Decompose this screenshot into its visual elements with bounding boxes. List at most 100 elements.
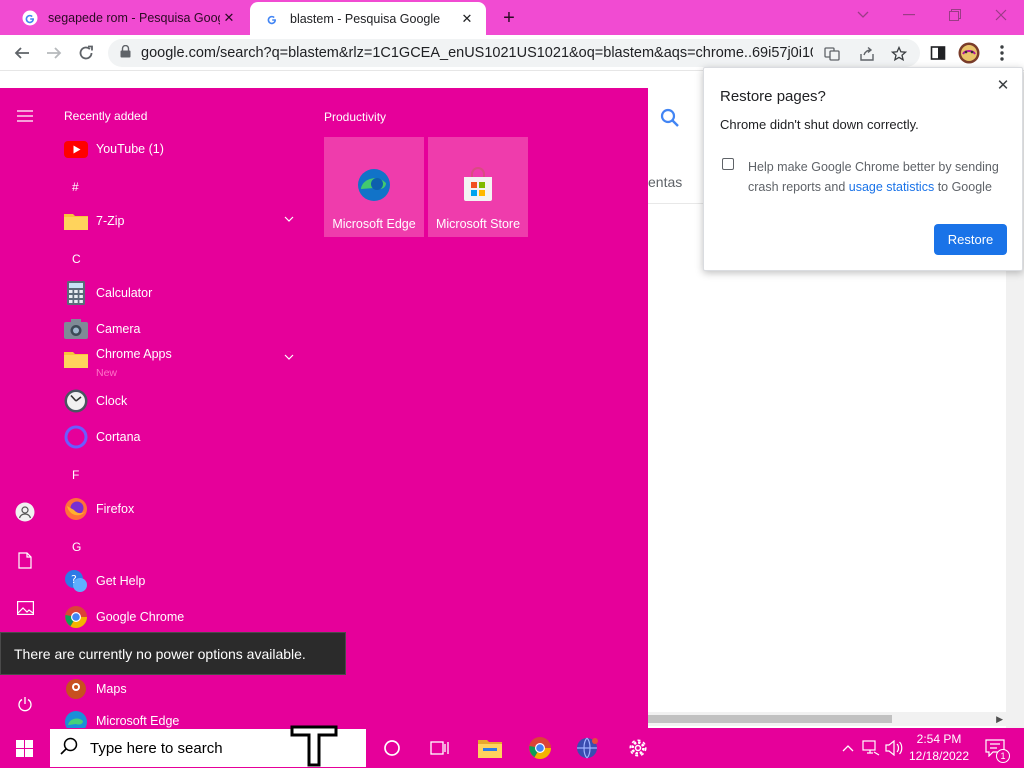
close-window-icon[interactable]: [978, 0, 1024, 30]
notification-center-icon[interactable]: 1: [982, 736, 1010, 763]
get-help-icon: ?: [64, 569, 88, 593]
chrome-icon: [64, 605, 88, 629]
chevron-down-icon[interactable]: [284, 214, 294, 225]
dialog-title: Restore pages?: [720, 88, 826, 105]
close-icon[interactable]: ✕: [994, 76, 1012, 94]
letter-heading-hash[interactable]: #: [72, 180, 79, 194]
edge-icon: [358, 169, 390, 201]
crash-report-checkbox[interactable]: [722, 158, 734, 170]
forward-arrow-icon[interactable]: [40, 39, 68, 67]
chrome-menu-kebab-icon[interactable]: [990, 41, 1014, 65]
pictures-icon[interactable]: [13, 596, 37, 620]
tab-close-icon[interactable]: ✕: [220, 9, 238, 27]
app-7zip[interactable]: 7-Zip: [64, 206, 304, 236]
settings-gear-icon[interactable]: [614, 728, 662, 768]
folder-icon: [64, 347, 88, 371]
tab-blastem[interactable]: blastem - Pesquisa Google ✕: [250, 2, 486, 35]
tab-title: blastem - Pesquisa Google: [290, 11, 441, 26]
lock-icon[interactable]: [120, 44, 131, 62]
notification-count-badge: 1: [996, 749, 1010, 763]
cortana-icon: [64, 425, 88, 449]
profile-avatar[interactable]: [957, 41, 981, 65]
letter-heading-g[interactable]: G: [72, 540, 81, 554]
tab-segapede[interactable]: segapede rom - Pesquisa Google ✕: [8, 0, 248, 35]
app-name: 7-Zip: [96, 214, 125, 228]
google-favicon-icon: [264, 11, 280, 27]
crash-report-label: Help make Google Chrome better by sendin…: [748, 157, 1010, 197]
edge-icon: [64, 710, 88, 728]
camera-icon: [64, 317, 88, 341]
scroll-right-arrow-icon[interactable]: ▶: [996, 714, 1003, 725]
network-globe-app-icon[interactable]: [564, 728, 612, 768]
horizontal-scroll-thumb[interactable]: [648, 715, 892, 723]
power-options-tooltip: There are currently no power options ava…: [0, 632, 346, 675]
recently-added-heading: Recently added: [64, 109, 148, 123]
volume-icon[interactable]: [884, 738, 904, 758]
letter-heading-c[interactable]: C: [72, 252, 81, 266]
tab-search-chevron-icon[interactable]: [840, 0, 886, 30]
app-microsoft-edge[interactable]: Microsoft Edge: [64, 710, 304, 728]
chrome-taskbar-icon[interactable]: [516, 728, 564, 768]
app-youtube[interactable]: YouTube (1): [64, 134, 304, 164]
horizontal-scrollbar[interactable]: ▶: [648, 712, 1006, 726]
side-panel-icon[interactable]: [926, 41, 950, 65]
app-clock[interactable]: Clock: [64, 386, 304, 416]
reload-icon[interactable]: [72, 39, 100, 67]
restore-button[interactable]: Restore: [934, 224, 1007, 255]
taskbar-clock[interactable]: 2:54 PM 12/18/2022: [904, 731, 974, 765]
app-name: Clock: [96, 394, 128, 408]
app-name: Firefox: [96, 502, 135, 516]
bookmark-star-icon[interactable]: [890, 45, 908, 63]
letter-heading-f[interactable]: F: [72, 468, 79, 482]
tile-label: Microsoft Edge: [332, 217, 416, 231]
translate-icon[interactable]: [823, 45, 841, 63]
page-search-icon[interactable]: [660, 108, 680, 133]
task-view-icon[interactable]: [416, 728, 464, 768]
browser-toolbar: google.com/search?q=blastem&rlz=1C1GCEA_…: [0, 35, 1024, 71]
share-icon[interactable]: [858, 45, 876, 63]
url-text: google.com/search?q=blastem&rlz=1C1GCEA_…: [141, 45, 813, 61]
dialog-message: Chrome didn't shut down correctly.: [720, 117, 919, 132]
app-name: Camera: [96, 322, 141, 336]
address-bar[interactable]: google.com/search?q=blastem&rlz=1C1GCEA_…: [108, 39, 920, 67]
usage-statistics-link[interactable]: usage statistics: [849, 180, 934, 194]
power-icon[interactable]: [13, 692, 37, 716]
new-tab-plus-icon[interactable]: +: [496, 6, 522, 30]
app-get-help[interactable]: ? Get Help: [64, 566, 304, 596]
user-account-icon[interactable]: [13, 500, 37, 524]
app-google-chrome[interactable]: Google Chrome: [64, 602, 304, 632]
start-windows-icon[interactable]: [0, 728, 48, 768]
app-cortana[interactable]: Cortana: [64, 422, 304, 452]
app-calculator[interactable]: Calculator: [64, 278, 304, 308]
tile-microsoft-store[interactable]: Microsoft Store: [428, 137, 528, 237]
app-name: Maps: [96, 682, 127, 696]
page-tab-fragment[interactable]: entas: [648, 174, 682, 190]
clock-date: 12/18/2022: [908, 749, 970, 763]
app-firefox[interactable]: Firefox: [64, 494, 304, 524]
restore-pages-dialog: Restore pages? ✕ Chrome didn't shut down…: [703, 67, 1023, 271]
taskbar: Type here to search 2:54 PM 12/18/2022 1: [0, 725, 1024, 768]
folder-icon: [64, 209, 88, 233]
cortana-circle-icon[interactable]: [368, 728, 416, 768]
back-arrow-icon[interactable]: [8, 39, 36, 67]
tile-label: Microsoft Store: [435, 217, 521, 231]
tab-title: segapede rom - Pesquisa Google: [48, 10, 220, 25]
minimize-icon[interactable]: [886, 0, 932, 30]
firefox-icon: [64, 497, 88, 521]
new-badge: New: [96, 367, 118, 379]
app-name: Cortana: [96, 430, 141, 444]
youtube-icon: [64, 137, 88, 161]
tile-microsoft-edge[interactable]: Microsoft Edge: [324, 137, 424, 237]
file-explorer-icon[interactable]: [466, 728, 514, 768]
chevron-down-icon[interactable]: [284, 352, 294, 363]
app-maps[interactable]: Maps: [64, 674, 304, 704]
hamburger-menu-icon[interactable]: [13, 104, 37, 128]
network-icon[interactable]: [861, 738, 881, 758]
clock-icon: [64, 389, 88, 413]
restore-window-icon[interactable]: [932, 0, 978, 30]
tab-close-icon[interactable]: ✕: [458, 10, 476, 28]
app-camera[interactable]: Camera: [64, 314, 304, 344]
tray-chevron-up-icon[interactable]: [838, 738, 858, 758]
documents-icon[interactable]: [13, 548, 37, 572]
calculator-icon: [64, 281, 88, 305]
